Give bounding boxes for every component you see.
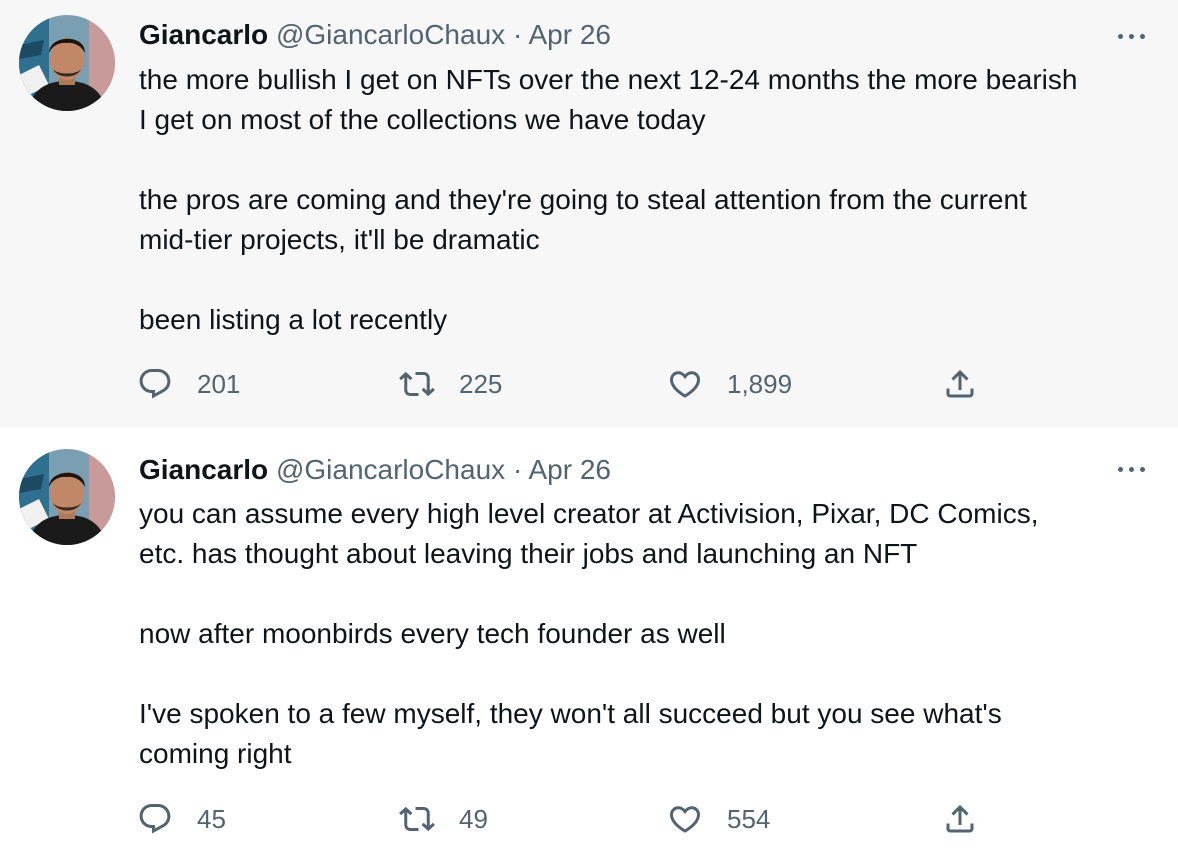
reply-button[interactable]: 201 (137, 364, 240, 404)
separator-dot: · (512, 19, 523, 50)
retweet-count: 49 (459, 803, 488, 834)
tweet-date[interactable]: Apr 26 (529, 19, 612, 50)
retweet-icon (399, 806, 435, 832)
share-icon (946, 369, 974, 398)
more-icon[interactable] (1114, 26, 1150, 46)
heart-icon (669, 371, 701, 398)
retweet-count: 225 (459, 368, 503, 399)
user-handle[interactable]: @GiancarloChaux (276, 454, 505, 485)
like-count: 1,899 (727, 368, 793, 399)
like-count: 554 (727, 803, 771, 834)
separator-dot: · (512, 454, 523, 485)
like-button[interactable]: 1,899 (667, 364, 792, 404)
tweet-date[interactable]: Apr 26 (529, 454, 612, 485)
tweet-1[interactable]: Giancarlo @GiancarloChaux · Apr 26 the m… (0, 0, 1178, 427)
tweet-header: Giancarlo @GiancarloChaux · Apr 26 (139, 18, 611, 52)
tweet-2[interactable]: Giancarlo @GiancarloChaux · Apr 26 you c… (0, 427, 1178, 852)
retweet-icon (399, 371, 435, 397)
tweet-header: Giancarlo @GiancarloChaux · Apr 26 (139, 453, 611, 487)
like-button[interactable]: 554 (667, 799, 770, 839)
tweet-text: the more bullish I get on NFTs over the … (139, 64, 1078, 335)
share-button[interactable] (942, 364, 1002, 404)
display-name[interactable]: Giancarlo (139, 454, 268, 485)
share-icon (946, 804, 974, 833)
display-name[interactable]: Giancarlo (139, 19, 268, 50)
user-handle[interactable]: @GiancarloChaux (276, 19, 505, 50)
heart-icon (669, 806, 701, 833)
avatar[interactable] (19, 15, 115, 111)
avatar[interactable] (19, 449, 115, 545)
retweet-button[interactable]: 225 (399, 364, 502, 404)
tweet-text: you can assume every high level creator … (139, 498, 1039, 769)
reply-count: 201 (197, 368, 241, 399)
retweet-button[interactable]: 49 (399, 799, 488, 839)
reply-icon (139, 369, 171, 399)
reply-button[interactable]: 45 (137, 799, 226, 839)
reply-icon (139, 804, 171, 834)
reply-count: 45 (197, 803, 226, 834)
share-button[interactable] (942, 799, 1002, 839)
more-icon[interactable] (1114, 459, 1150, 479)
